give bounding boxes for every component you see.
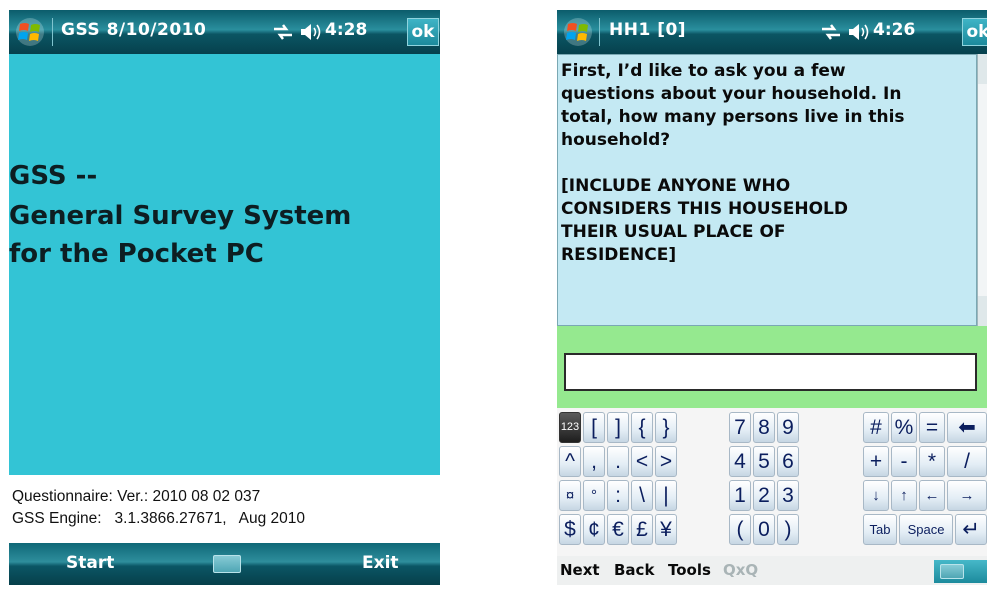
tab-key[interactable]: Tab	[863, 514, 897, 545]
answer-panel	[557, 326, 987, 408]
keypad-key[interactable]: #	[863, 412, 889, 443]
clock[interactable]: 4:28	[325, 20, 367, 40]
splash-panel: GSS -- General Survey System for the Poc…	[9, 54, 440, 475]
title-separator	[599, 18, 600, 46]
scroll-up-button[interactable]	[978, 54, 987, 84]
arrow-up-key[interactable]: ↑	[891, 480, 917, 511]
volume-icon[interactable]	[299, 21, 323, 43]
arrow-down-key[interactable]: ↓	[863, 480, 889, 511]
volume-icon[interactable]	[847, 21, 871, 43]
exit-softkey[interactable]: Exit	[362, 553, 399, 573]
question-line: household?	[561, 130, 671, 150]
arrow-right-key[interactable]: →	[947, 480, 987, 511]
back-menu[interactable]: Back	[614, 561, 654, 579]
keypad-key[interactable]: >	[655, 446, 677, 477]
start-softkey[interactable]: Start	[66, 553, 114, 573]
ok-button[interactable]: ok	[407, 18, 439, 46]
keypad-key[interactable]: =	[919, 412, 945, 443]
vertical-scrollbar[interactable]	[977, 54, 987, 326]
question-text-panel: First, I’d like to ask you a few questio…	[557, 54, 977, 326]
keypad-key[interactable]: $	[559, 514, 581, 545]
keypad-key[interactable]: ¢	[583, 514, 605, 545]
keypad-key[interactable]: 5	[753, 446, 775, 477]
keypad-key[interactable]: 3	[777, 480, 799, 511]
keypad-mode-key[interactable]: 123	[559, 412, 581, 443]
answer-input[interactable]	[564, 353, 977, 391]
left-device-screen: GSS 8/10/2010 4:28 ok GSS -- General Sur…	[9, 10, 440, 585]
window-title: HH1 [0]	[609, 20, 687, 40]
question-line: questions about your household. In	[561, 84, 902, 104]
keypad-key[interactable]: (	[729, 514, 751, 545]
splash-title-line-3: for the Pocket PC	[9, 239, 264, 269]
instruction-line: RESIDENCE]	[561, 245, 677, 265]
keypad-key[interactable]: 4	[729, 446, 751, 477]
keypad-key[interactable]: 2	[753, 480, 775, 511]
keypad-key[interactable]: <	[631, 446, 653, 477]
splash-title-line-2: General Survey System	[9, 201, 352, 231]
engine-version: GSS Engine: 3.1.3866.27671, Aug 2010	[12, 510, 306, 527]
backspace-key[interactable]: ⬅	[947, 412, 987, 443]
questionnaire-version: Questionnaire: Ver.: 2010 08 02 037	[12, 488, 261, 505]
softkey-bar: Start Exit	[9, 543, 440, 585]
instruction-line: CONSIDERS THIS HOUSEHOLD	[561, 199, 848, 219]
windows-start-icon[interactable]	[15, 17, 45, 47]
qxq-menu[interactable]: QxQ	[723, 561, 758, 579]
keypad-key[interactable]: 7	[729, 412, 751, 443]
keypad-key[interactable]: ]	[607, 412, 629, 443]
question-line: total, how many persons live in this	[561, 107, 905, 127]
instruction-line: [INCLUDE ANYONE WHO	[561, 176, 791, 196]
clock[interactable]: 4:26	[873, 20, 915, 40]
keypad-key[interactable]: 9	[777, 412, 799, 443]
keypad-key[interactable]: /	[947, 446, 987, 477]
keypad-key[interactable]: £	[631, 514, 653, 545]
window-title: GSS 8/10/2010	[61, 20, 207, 40]
keypad-key[interactable]: *	[919, 446, 945, 477]
keypad-key[interactable]: 0	[753, 514, 775, 545]
keypad-key[interactable]: €	[607, 514, 629, 545]
keypad-key[interactable]: -	[891, 446, 917, 477]
keypad-key[interactable]: 1	[729, 480, 751, 511]
enter-key[interactable]: ↵	[955, 514, 987, 545]
keypad-key[interactable]: ^	[559, 446, 581, 477]
keypad-key[interactable]: °	[583, 480, 605, 511]
scroll-down-button[interactable]	[978, 296, 987, 326]
keypad-key[interactable]: ¥	[655, 514, 677, 545]
splash-title-line-1: GSS --	[9, 161, 98, 191]
keypad-key[interactable]: %	[891, 412, 917, 443]
instruction-line: THEIR USUAL PLACE OF	[561, 222, 786, 242]
keypad-key[interactable]: \	[631, 480, 653, 511]
title-bar: GSS 8/10/2010 4:28 ok	[9, 10, 440, 54]
keypad-key[interactable]: )	[777, 514, 799, 545]
keypad-key[interactable]: :	[607, 480, 629, 511]
keypad-key[interactable]: 8	[753, 412, 775, 443]
keypad-key[interactable]: {	[631, 412, 653, 443]
input-panel-button[interactable]	[934, 560, 987, 583]
title-bar: HH1 [0] 4:26 ok	[557, 10, 987, 54]
connectivity-icon[interactable]	[819, 21, 843, 43]
keypad-key[interactable]: ,	[583, 446, 605, 477]
keyboard-icon[interactable]	[213, 555, 241, 573]
arrow-left-key[interactable]: ←	[919, 480, 945, 511]
windows-start-icon[interactable]	[563, 17, 593, 47]
soft-keypad: 123 [ ] { } 7 8 9 # % = ⬅ ^ , . < > 4 5 …	[557, 408, 987, 556]
tools-menu[interactable]: Tools	[668, 561, 711, 579]
keypad-key[interactable]: .	[607, 446, 629, 477]
keypad-key[interactable]: [	[583, 412, 605, 443]
keyboard-icon	[940, 564, 964, 579]
keypad-key[interactable]: +	[863, 446, 889, 477]
right-device-screen: HH1 [0] 4:26 ok First, I’d like to ask y…	[557, 10, 987, 585]
menu-bar: Next Back Tools QxQ	[557, 556, 987, 585]
space-key[interactable]: Space	[899, 514, 953, 545]
ok-button[interactable]: ok	[962, 18, 987, 46]
title-separator	[52, 18, 53, 46]
keypad-key[interactable]: |	[655, 480, 677, 511]
version-info-panel: Questionnaire: Ver.: 2010 08 02 037 GSS …	[9, 475, 440, 543]
keypad-key[interactable]: }	[655, 412, 677, 443]
question-line: First, I’d like to ask you a few	[561, 61, 846, 81]
connectivity-icon[interactable]	[271, 21, 295, 43]
keypad-key[interactable]: 6	[777, 446, 799, 477]
keypad-key[interactable]: ¤	[559, 480, 581, 511]
next-menu[interactable]: Next	[560, 561, 600, 579]
